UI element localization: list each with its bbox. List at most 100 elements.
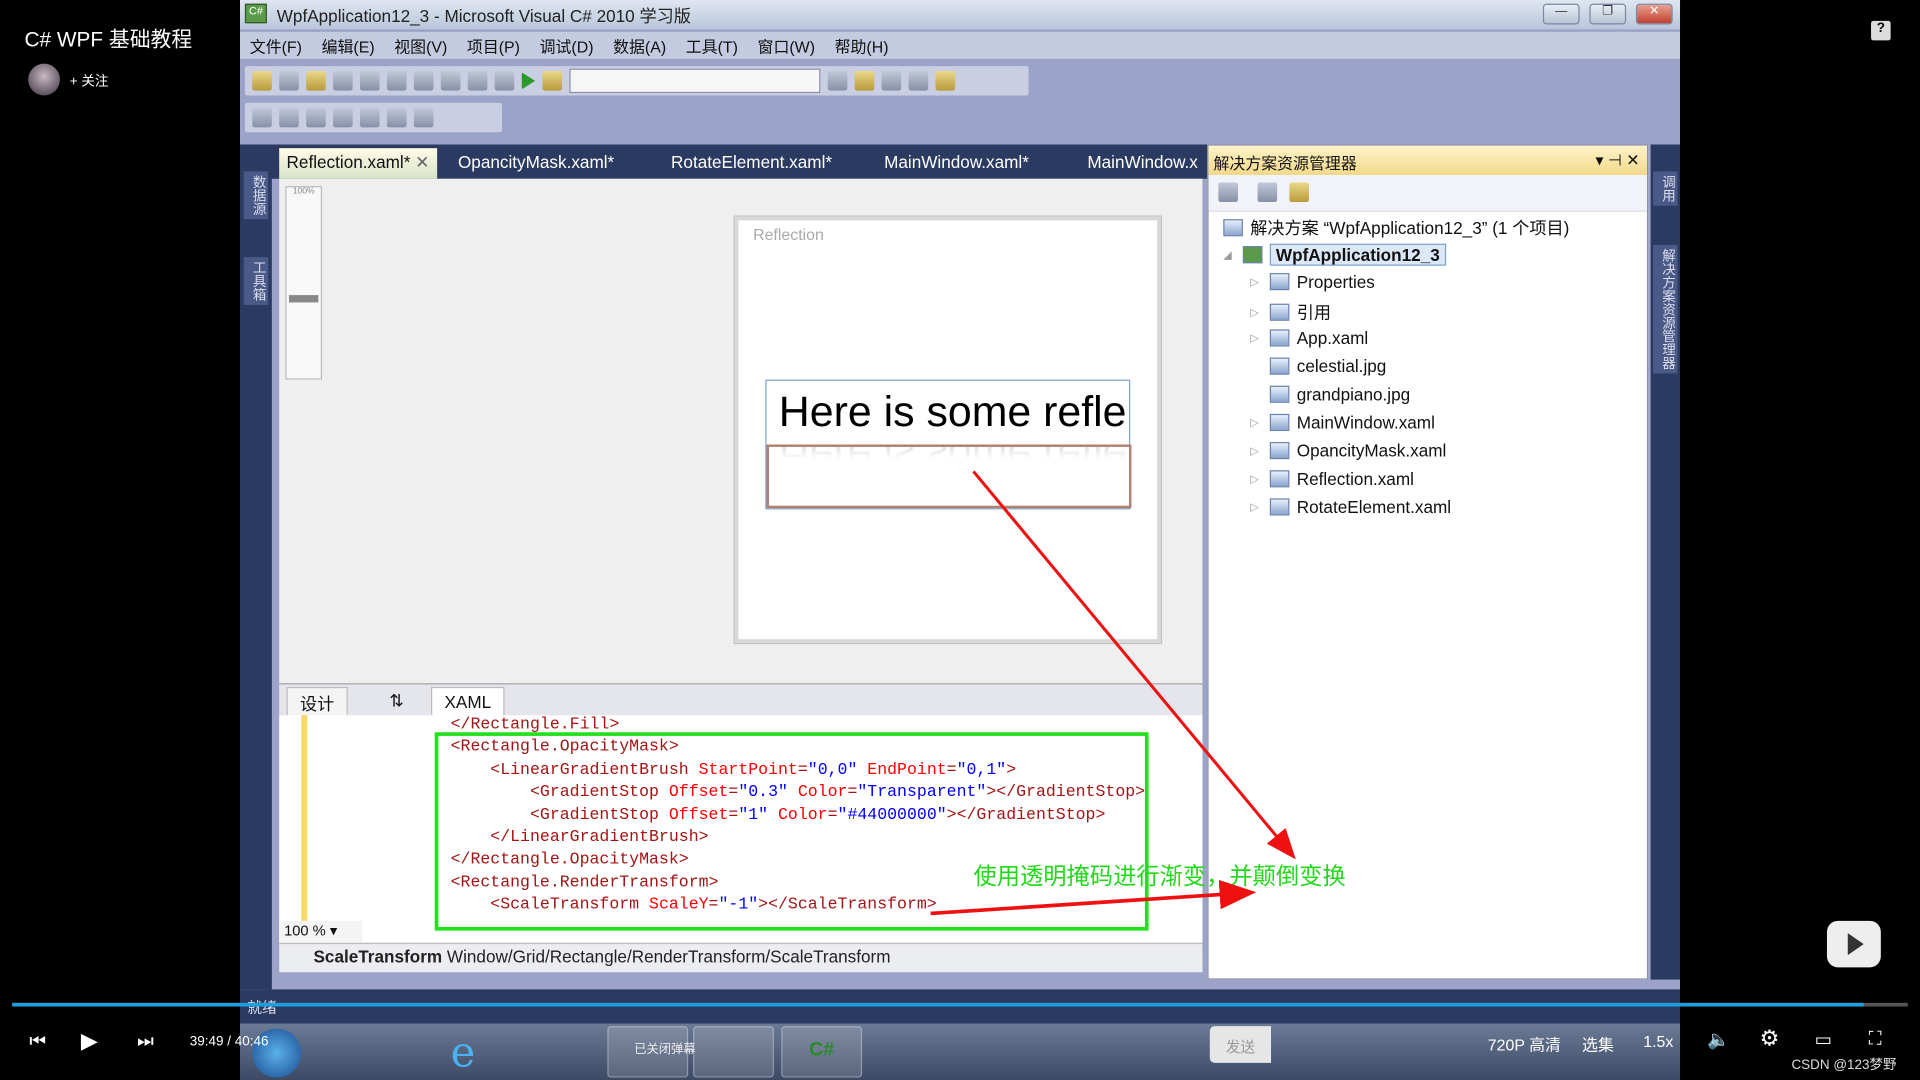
redo-icon[interactable]: [494, 71, 515, 91]
menu-item[interactable]: 编辑(E): [322, 34, 375, 57]
solution-item[interactable]: grandpiano.jpg: [1250, 384, 1410, 404]
properties-icon[interactable]: [854, 71, 875, 91]
solution-item[interactable]: celestial.jpg: [1250, 356, 1386, 376]
next-icon[interactable]: ⏭: [137, 1031, 154, 1052]
tab-xaml[interactable]: XAML: [431, 686, 505, 717]
tab-mainwindow-2[interactable]: MainWindow.x: [1080, 148, 1202, 179]
paste-icon[interactable]: [440, 71, 461, 91]
expand-icon[interactable]: ▷: [1250, 306, 1262, 319]
zoom-slider[interactable]: 100%: [285, 186, 323, 380]
follow-button[interactable]: + 关注: [70, 71, 109, 91]
expand-icon[interactable]: ▷: [1250, 472, 1262, 485]
find-in-files-icon[interactable]: [827, 71, 848, 91]
quality-button[interactable]: 720P 高清: [1488, 1032, 1561, 1055]
video-progress-bar[interactable]: [12, 1002, 1908, 1007]
play-icon[interactable]: ▶: [81, 1029, 98, 1055]
taskbar-vcsharp[interactable]: C#: [781, 1026, 863, 1078]
help-icon[interactable]: ?: [1871, 20, 1891, 41]
menu-item[interactable]: 数据(A): [613, 34, 666, 57]
copy-icon[interactable]: [413, 71, 434, 91]
layout-icon[interactable]: [279, 107, 299, 128]
settings-icon[interactable]: ⚙: [1760, 1026, 1780, 1052]
collapse-icon[interactable]: ◢: [1223, 248, 1235, 261]
solution-item[interactable]: ▷ 引用: [1250, 300, 1331, 324]
solution-explorer-tab[interactable]: 解决方案资源管理器: [1653, 244, 1678, 374]
menu-item[interactable]: 帮助(H): [835, 34, 889, 57]
properties-icon[interactable]: [1257, 182, 1278, 203]
add-item-icon[interactable]: [279, 71, 299, 91]
new-project-icon[interactable]: [252, 71, 272, 91]
close-button[interactable]: ✕: [1635, 3, 1673, 25]
solution-item[interactable]: ▷ OpancityMask.xaml: [1250, 441, 1446, 461]
undo-icon[interactable]: [467, 71, 488, 91]
expand-icon[interactable]: ▷: [1250, 416, 1262, 429]
call-hierarchy-tab[interactable]: 调用: [1653, 171, 1678, 206]
solution-item[interactable]: ▷ Properties: [1250, 272, 1375, 292]
ie-icon[interactable]: e: [451, 1029, 476, 1078]
fullscreen-icon[interactable]: ⛶: [1869, 1029, 1882, 1050]
episodes-button[interactable]: 选集: [1582, 1032, 1614, 1055]
solution-item[interactable]: ▷ App.xaml: [1250, 328, 1368, 348]
tab-rotateelement[interactable]: RotateElement.xaml*: [664, 148, 840, 179]
data-sources-tab[interactable]: 数据源: [243, 171, 269, 220]
reflection-rectangle[interactable]: Here is some refle: [766, 444, 1132, 509]
start-debug-icon[interactable]: [521, 72, 536, 90]
zoom-slider-thumb[interactable]: [288, 295, 319, 303]
solution-item[interactable]: ▷ RotateElement.xaml: [1250, 497, 1451, 517]
menu-item[interactable]: 项目(P): [467, 34, 520, 57]
media-player-icon[interactable]: [343, 1026, 392, 1077]
expand-icon[interactable]: ▷: [1250, 500, 1262, 513]
solution-node[interactable]: 解决方案 “WpfApplication12_3” (1 个项目): [1223, 216, 1569, 240]
selected-rectangle[interactable]: Here is some refle Here is some refle: [765, 379, 1132, 510]
menu-item[interactable]: 窗口(W): [758, 34, 815, 57]
pointer-icon[interactable]: [306, 107, 326, 128]
element-path[interactable]: Window/Grid/Rectangle/RenderTransform/Sc…: [447, 947, 891, 967]
close-tab-icon[interactable]: ✕: [415, 152, 429, 172]
toolbox-icon[interactable]: [881, 71, 902, 91]
align-icon[interactable]: [360, 107, 380, 128]
save-icon[interactable]: [333, 71, 353, 91]
show-all-files-icon[interactable]: [1218, 182, 1238, 203]
sample-textblock[interactable]: Here is some refle: [779, 388, 1129, 437]
tab-opancitymask[interactable]: OpancityMask.xaml*: [451, 148, 622, 179]
tab-design[interactable]: 设计: [286, 686, 348, 717]
taskbar-item[interactable]: [693, 1026, 774, 1078]
solution-item[interactable]: ▷ Reflection.xaml: [1250, 469, 1414, 489]
menu-item[interactable]: 视图(V): [394, 34, 447, 57]
open-icon[interactable]: [306, 71, 326, 91]
indent-icon[interactable]: [386, 107, 407, 128]
previous-icon[interactable]: ⏮: [29, 1031, 46, 1052]
speed-button[interactable]: 1.5x: [1643, 1032, 1673, 1050]
tab-mainwindow[interactable]: MainWindow.xaml*: [877, 148, 1037, 179]
editor-zoom-combo[interactable]: 100 % ▾: [279, 920, 363, 943]
xaml-editor[interactable]: </Rectangle.Fill> <Rectangle.OpacityMask>…: [279, 715, 1203, 943]
find-icon[interactable]: [542, 71, 563, 91]
tab-reflection[interactable]: Reflection.xaml* ✕: [279, 148, 437, 179]
picture-in-picture-icon[interactable]: ▭: [1815, 1029, 1832, 1051]
expand-icon[interactable]: ▷: [1250, 275, 1262, 288]
layout-icon[interactable]: [252, 107, 272, 128]
extension-icon[interactable]: [935, 71, 956, 91]
minimize-button[interactable]: —: [1542, 3, 1580, 25]
avatar[interactable]: [28, 63, 61, 96]
panel-controls-icon[interactable]: ▾ ⊣ ✕: [1596, 151, 1640, 171]
project-node[interactable]: ◢ WpfApplication12_3: [1223, 243, 1446, 266]
expand-icon[interactable]: ▷: [1250, 444, 1262, 457]
cut-icon[interactable]: [386, 71, 407, 91]
menu-item[interactable]: 工具(T): [686, 34, 738, 57]
volume-icon[interactable]: 🔈: [1707, 1029, 1730, 1051]
start-page-icon[interactable]: [908, 71, 929, 91]
expand-icon[interactable]: ▷: [1250, 331, 1262, 344]
solution-item[interactable]: ▷ MainWindow.xaml: [1250, 413, 1435, 433]
menu-item[interactable]: 文件(F): [250, 34, 302, 57]
text-icon[interactable]: [333, 107, 353, 128]
swap-panes-button[interactable]: ⇅: [377, 687, 416, 716]
outdent-icon[interactable]: [413, 107, 434, 128]
toolbox-tab[interactable]: 工具箱: [243, 257, 269, 305]
refresh-icon[interactable]: [1289, 182, 1309, 203]
save-all-icon[interactable]: [360, 71, 380, 91]
menu-item[interactable]: 调试(D): [540, 34, 594, 57]
send-danmaku-button[interactable]: 发送: [1209, 1026, 1272, 1063]
solution-config-combo[interactable]: [569, 68, 821, 94]
restore-button[interactable]: ❐: [1589, 3, 1627, 25]
